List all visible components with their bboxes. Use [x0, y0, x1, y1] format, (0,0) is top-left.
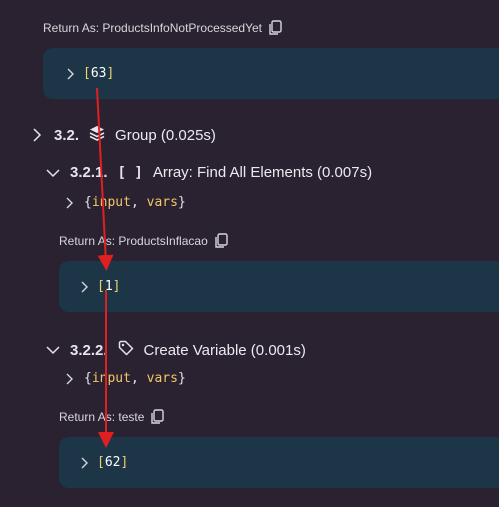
annotation-arrow-1 [96, 87, 114, 271]
annotation-arrows [96, 87, 114, 448]
